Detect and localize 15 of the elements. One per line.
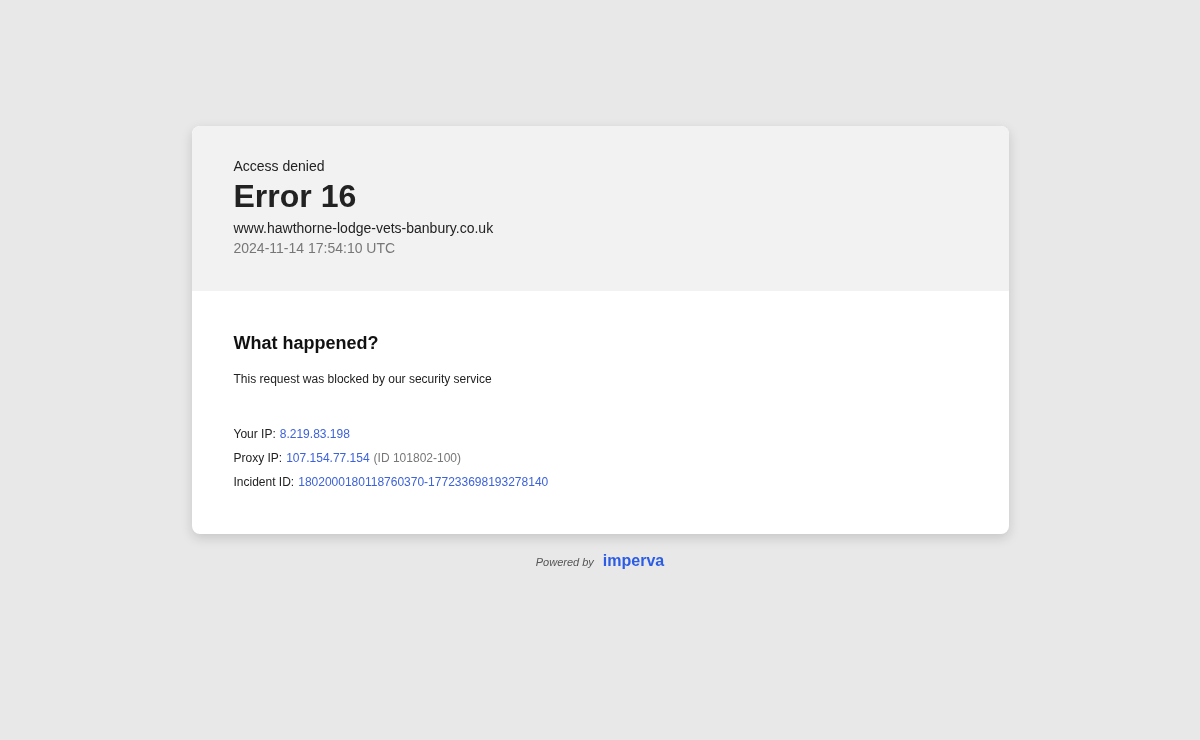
section-heading: What happened?: [233, 333, 380, 354]
detail-note: (ID 101802-100): [373, 450, 461, 467]
timestamp: 2024-11-14 17:54:10 UTC: [233, 239, 397, 258]
site-domain: www.hawthorne-lodge-vets-banbury.co.uk: [233, 219, 495, 238]
detail-link[interactable]: 107.154.77.154: [286, 446, 370, 470]
message-text: This request was blocked by our security service: [233, 372, 493, 386]
detail-link[interactable]: 1802000180118760370-177233698193278140: [298, 470, 549, 494]
detail-label: Proxy IP:: [233, 450, 283, 467]
error-title: Error 16: [233, 180, 358, 212]
brand-logo: imperva: [602, 552, 665, 570]
detail-label: Your IP:: [233, 426, 276, 443]
powered-by-text: Powered by: [535, 556, 594, 568]
detail-label: Incident ID:: [233, 474, 295, 491]
detail-link[interactable]: 8.219.83.198: [279, 422, 350, 446]
status-label: Access denied: [233, 158, 326, 174]
